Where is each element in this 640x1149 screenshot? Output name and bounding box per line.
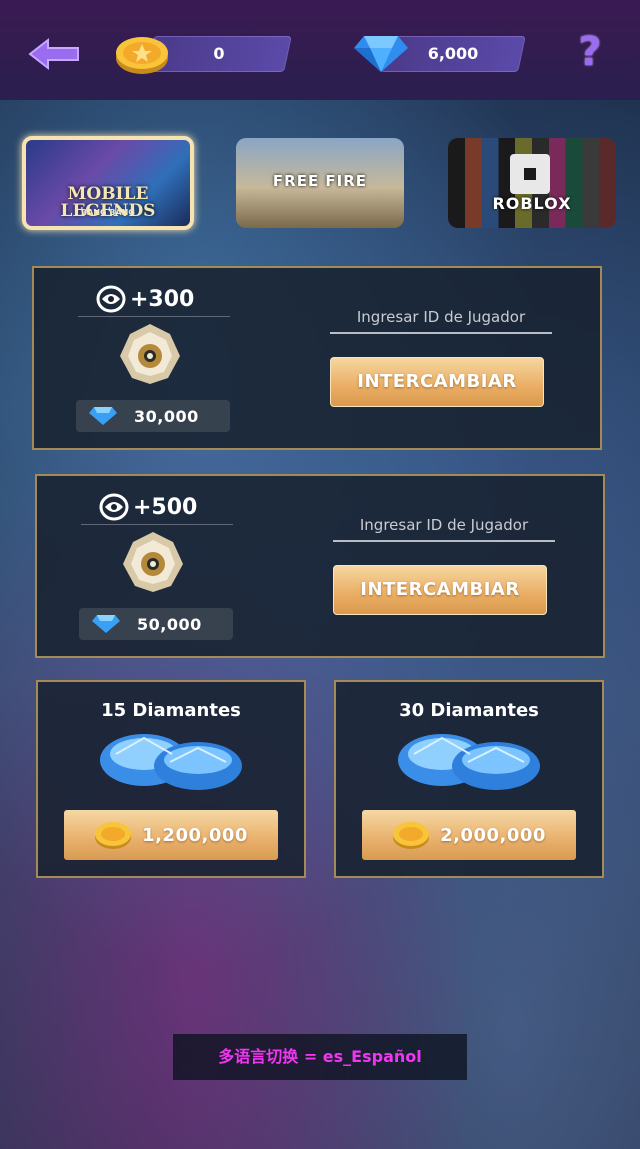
roblox-logo-icon (510, 154, 550, 194)
divider (78, 316, 230, 317)
back-arrow-icon (28, 37, 79, 71)
top-bar: 0 6,000 ? (0, 0, 640, 100)
buy-pack-button[interactable]: 1,200,000 (64, 810, 278, 860)
game-tile-roblox[interactable]: ROBLOX (448, 138, 616, 228)
exchange-button[interactable]: INTERCAMBIAR (330, 357, 544, 407)
diamond-pack-card: 30 Diamantes 2,000,000 (334, 680, 604, 878)
price-value: 50,000 (137, 614, 202, 634)
language-switch[interactable]: 多语言切换 = es_Español (173, 1034, 467, 1080)
gems-icon (398, 734, 540, 790)
price-value: 30,000 (134, 406, 199, 426)
player-id-input[interactable]: Ingresar ID de Jugador (333, 516, 555, 542)
pack-title: 30 Diamantes (399, 700, 539, 721)
points-value: +500 (133, 494, 198, 520)
pack-title: 15 Diamantes (101, 700, 241, 721)
rank-badge-icon (120, 324, 180, 384)
coin-balance-value: 0 (213, 44, 225, 63)
rank-badge-icon (123, 532, 183, 592)
buy-pack-button[interactable]: 2,000,000 (362, 810, 576, 860)
points-icon (96, 285, 126, 313)
points-value: +300 (130, 286, 195, 312)
points-row: +500 (99, 492, 237, 522)
game-tile-free-fire[interactable]: FREE FIRE (236, 138, 404, 228)
game-tile-mobile-legends[interactable]: MOBILE LEGENDS BANG BANG (22, 136, 194, 230)
coin-icon (95, 822, 132, 849)
exchange-button[interactable]: INTERCAMBIAR (333, 565, 547, 615)
diamond-icon (89, 407, 117, 425)
game-subtitle: BANG BANG (81, 208, 135, 217)
pack-price: 2,000,000 (440, 824, 546, 846)
diamond-icon (92, 615, 120, 633)
offer-panel: +500 50,000 Ingresar ID de Jugador INTER… (35, 474, 605, 658)
price-box: 30,000 (76, 400, 230, 432)
divider (81, 524, 233, 525)
coin-icon (116, 37, 168, 74)
pack-price: 1,200,000 (142, 824, 248, 846)
points-icon (99, 493, 129, 521)
coin-icon (393, 822, 430, 849)
offer-panel: +300 30,000 Ingresar ID de Jugador INTER… (32, 266, 602, 450)
points-row: +300 (96, 284, 234, 314)
player-id-input[interactable]: Ingresar ID de Jugador (330, 308, 552, 334)
diamond-icon (354, 36, 408, 72)
price-box: 50,000 (79, 608, 233, 640)
gems-icon (100, 734, 242, 790)
diamond-pack-card: 15 Diamantes 1,200,000 (36, 680, 306, 878)
game-title: FREE FIRE (272, 172, 368, 190)
back-button[interactable] (28, 34, 82, 74)
help-button[interactable]: ? (568, 30, 612, 74)
game-title: ROBLOX (492, 194, 572, 213)
